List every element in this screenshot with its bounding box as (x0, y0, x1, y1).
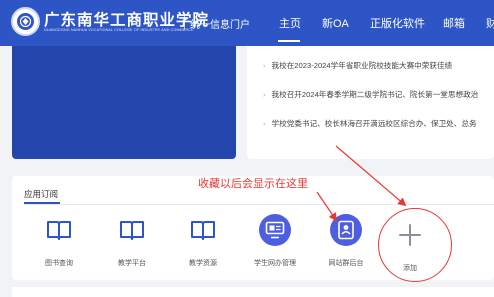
next-section-card (12, 287, 494, 297)
annotation-arrows (316, 145, 407, 222)
